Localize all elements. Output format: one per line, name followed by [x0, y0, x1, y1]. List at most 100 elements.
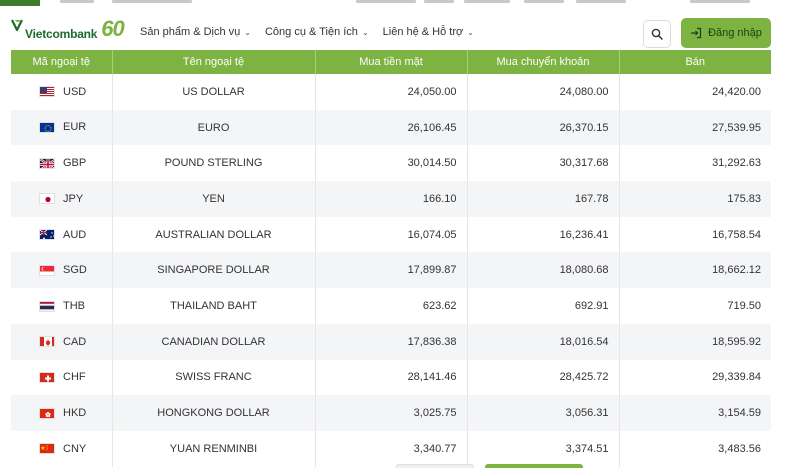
cell-buy-transfer: 26,370.15 — [467, 109, 620, 146]
cell-currency-code: THB — [11, 288, 113, 324]
cell-buy-cash: 26,106.45 — [315, 109, 468, 146]
cell-buy-cash: 28,141.46 — [315, 359, 468, 396]
table-row: USD US DOLLAR 24,050.00 24,080.00 24,420.00 — [11, 74, 771, 110]
cell-buy-transfer: 24,080.00 — [467, 74, 620, 110]
cell-currency-name: YEN — [112, 181, 316, 217]
utility-link[interactable] — [424, 0, 454, 3]
table-row: CAD CANADIAN DOLLAR 17,836.38 18,016.54 18,5… — [11, 323, 771, 360]
cell-sell: 175.83 — [619, 181, 771, 217]
utility-link[interactable] — [464, 0, 510, 3]
utility-link[interactable] — [524, 0, 564, 3]
col-header-name[interactable]: Tên ngoại tệ — [112, 50, 316, 74]
currency-code: JPY — [63, 192, 84, 205]
cell-sell: 31,292.63 — [619, 145, 771, 182]
search-icon — [651, 28, 663, 40]
anniversary-badge: 60 — [101, 16, 125, 41]
cell-currency-code: USD — [11, 74, 113, 110]
cell-currency-name: HONGKONG DOLLAR — [112, 395, 316, 431]
cell-buy-transfer: 692.91 — [467, 288, 620, 324]
cell-buy-transfer: 28,425.72 — [467, 359, 620, 396]
cell-buy-cash: 166.10 — [315, 181, 468, 217]
cell-buy-cash: 16,074.05 — [315, 216, 468, 253]
utility-link[interactable] — [60, 0, 94, 3]
cell-buy-transfer: 30,317.68 — [467, 145, 620, 182]
utility-link[interactable] — [576, 0, 626, 3]
th-flag-icon — [39, 300, 55, 312]
table-row: GBP POUND STERLING 30,014.50 30,317.68 31,29… — [11, 145, 771, 182]
currency-code: GBP — [63, 157, 87, 170]
cell-sell: 27,539.95 — [619, 109, 771, 146]
cell-buy-transfer: 18,080.68 — [467, 252, 620, 289]
currency-code: SGD — [63, 264, 87, 277]
cell-currency-name: POUND STERLING — [112, 145, 316, 182]
col-header-code[interactable]: Mã ngoại tệ — [11, 50, 113, 74]
chevron-down-icon: ⌄ — [361, 27, 369, 37]
cell-buy-transfer: 3,056.31 — [467, 395, 620, 431]
cell-currency-name: US DOLLAR — [112, 74, 316, 110]
brand-logo[interactable]: Vietcombank 60 — [10, 16, 125, 42]
jp-flag-icon — [39, 193, 55, 205]
chevron-down-icon: ⌄ — [244, 27, 251, 37]
login-label: Đăng nhập — [708, 27, 762, 39]
gb-flag-icon — [39, 157, 55, 169]
hk-flag-icon — [39, 407, 55, 419]
secondary-action-button[interactable] — [396, 464, 474, 468]
currency-code: EUR — [63, 121, 87, 134]
site-header: Vietcombank 60 Sản phẩm & Dịch vụ ⌄ Công… — [0, 6, 800, 50]
cell-sell: 18,595.92 — [619, 323, 771, 360]
cell-currency-code: EUR — [11, 109, 113, 146]
chevron-down-icon: ⌄ — [467, 27, 474, 37]
nav-products-services[interactable]: Sản phẩm & Dịch vụ ⌄ — [140, 26, 251, 38]
currency-code: USD — [63, 85, 87, 98]
au-flag-icon — [39, 229, 55, 241]
table-row: JPY YEN 166.10 167.78 175.83 — [11, 181, 771, 217]
cell-currency-name: EURO — [112, 109, 316, 146]
exchange-rate-table-container: Mã ngoại tệ Tên ngoại tệ Mua tiền mặt Mu… — [11, 50, 771, 467]
cell-currency-code: CAD — [11, 323, 113, 360]
col-header-buy-transfer[interactable]: Mua chuyển khoản — [467, 50, 620, 74]
us-flag-icon — [39, 86, 55, 98]
utility-link[interactable] — [356, 0, 416, 3]
cell-currency-name: AUSTRALIAN DOLLAR — [112, 216, 316, 253]
currency-code: AUD — [63, 228, 87, 241]
table-row: EUR EURO 26,106.45 26,370.15 27,539.95 — [11, 109, 771, 146]
nav-contact-support[interactable]: Liên hệ & Hỗ trợ ⌄ — [383, 26, 474, 38]
nav-label: Sản phẩm & Dịch vụ — [140, 26, 241, 38]
col-header-sell[interactable]: Bán — [619, 50, 771, 74]
cell-sell: 3,154.59 — [619, 395, 771, 431]
cell-currency-name: THAILAND BAHT — [112, 288, 316, 324]
cell-buy-cash: 623.62 — [315, 288, 468, 324]
search-button[interactable] — [643, 20, 671, 48]
cell-currency-code: CHF — [11, 359, 113, 396]
currency-code: THB — [63, 300, 85, 313]
nav-tools-utilities[interactable]: Công cụ & Tiện ích ⌄ — [265, 26, 369, 38]
cell-currency-name: CANADIAN DOLLAR — [112, 323, 316, 360]
cell-currency-code: GBP — [11, 145, 113, 182]
cell-currency-code: SGD — [11, 252, 113, 289]
cell-sell: 24,420.00 — [619, 74, 771, 110]
utility-link[interactable] — [112, 0, 192, 3]
cell-sell: 18,662.12 — [619, 252, 771, 289]
cn-flag-icon — [39, 443, 55, 455]
sg-flag-icon — [39, 264, 55, 276]
vietcombank-leaf-icon — [10, 18, 24, 32]
cell-buy-transfer: 167.78 — [467, 181, 620, 217]
cell-buy-transfer: 16,236.41 — [467, 216, 620, 253]
cell-currency-code: HKD — [11, 395, 113, 431]
bottom-action-bar — [0, 462, 800, 468]
cell-buy-cash: 30,014.50 — [315, 145, 468, 182]
currency-code: CNY — [63, 442, 87, 455]
utility-link[interactable] — [690, 0, 750, 3]
login-icon — [691, 27, 702, 39]
currency-code: HKD — [63, 407, 87, 420]
nav-label: Liên hệ & Hỗ trợ — [382, 26, 464, 38]
eu-flag-icon — [39, 122, 55, 134]
brand-name: Vietcombank — [25, 27, 98, 41]
col-header-buy-cash[interactable]: Mua tiền mặt — [315, 50, 468, 74]
table-row: THB THAILAND BAHT 623.62 692.91 719.50 — [11, 288, 771, 324]
primary-action-button[interactable] — [485, 464, 583, 468]
login-button[interactable]: Đăng nhập — [681, 18, 771, 48]
cell-currency-code: AUD — [11, 216, 113, 253]
exchange-rate-table: Mã ngoại tệ Tên ngoại tệ Mua tiền mặt Mu… — [11, 50, 771, 467]
cell-buy-cash: 17,836.38 — [315, 323, 468, 360]
